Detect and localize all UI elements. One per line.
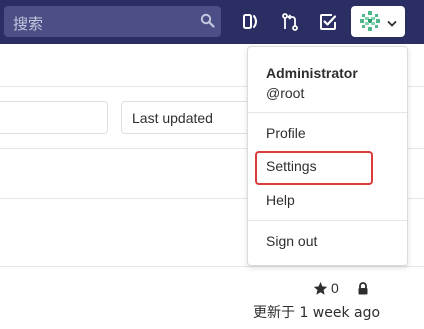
user-menu-button[interactable] (351, 6, 405, 37)
issues-icon[interactable] (241, 12, 261, 32)
menu-item-settings[interactable]: Settings (266, 158, 317, 174)
user-avatar-icon (359, 10, 381, 37)
search-input[interactable]: 搜索 (4, 6, 221, 37)
divider (0, 266, 424, 267)
star-count: 0 (331, 280, 339, 296)
user-dropdown-menu: Administrator @root Profile Settings Hel… (247, 46, 408, 266)
user-display-name: Administrator (266, 65, 358, 81)
user-username: @root (266, 85, 305, 101)
menu-item-help[interactable]: Help (266, 192, 295, 208)
todo-icon[interactable] (318, 12, 338, 32)
menu-divider (248, 112, 407, 113)
menu-item-profile[interactable]: Profile (266, 125, 306, 141)
sort-label: Last updated (132, 110, 213, 126)
search-icon[interactable] (200, 13, 215, 33)
menu-item-sign-out[interactable]: Sign out (266, 233, 317, 249)
search-placeholder: 搜索 (13, 15, 44, 33)
lock-icon (357, 282, 369, 300)
filter-input[interactable] (0, 101, 108, 134)
last-updated-text: 更新于 1 week ago (253, 305, 381, 321)
top-navbar: 搜索 (0, 0, 424, 44)
menu-divider (248, 220, 407, 221)
star-icon[interactable] (313, 281, 328, 301)
chevron-down-icon (387, 16, 397, 34)
merge-request-icon[interactable] (280, 12, 300, 32)
sort-dropdown[interactable]: Last updated (121, 101, 263, 134)
